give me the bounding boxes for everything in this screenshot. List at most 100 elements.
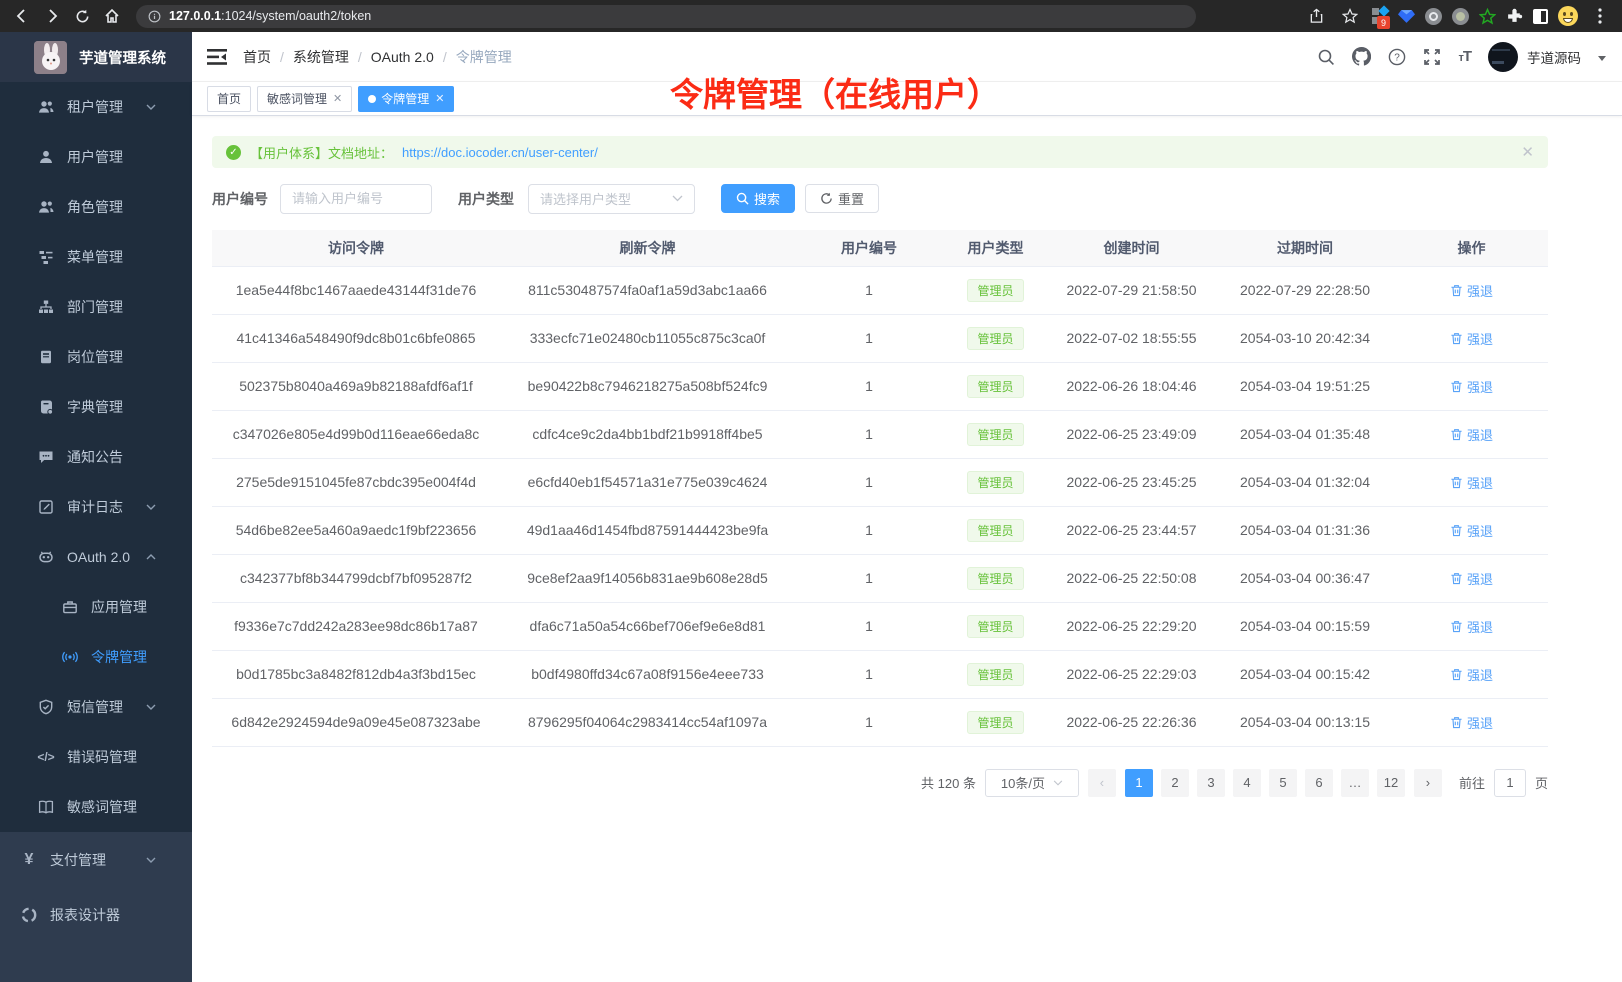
access-token-cell: c347026e805e4d99b0d116eae66eda8c [212,410,500,458]
tag-view-token[interactable]: 令牌管理✕ [358,86,454,112]
address-bar[interactable]: 127.0.0.1:1024/system/oauth2/token [136,5,1196,28]
sidebar-item-menu[interactable]: 菜单管理 [0,232,192,282]
side-panel-icon[interactable] [1533,9,1548,24]
page-button-5[interactable]: 5 [1269,769,1297,797]
sidebar-fold-icon[interactable] [207,47,227,67]
sidebar-item-user[interactable]: 用户管理 [0,132,192,182]
force-logout-button[interactable]: 强退 [1450,521,1493,540]
reset-button[interactable]: 重置 [805,184,879,213]
tab-close-icon[interactable]: ✕ [333,92,342,105]
sidebar-item-post[interactable]: 岗位管理 [0,332,192,382]
force-logout-button[interactable]: 强退 [1450,569,1493,588]
breadcrumb-item[interactable]: 首页 [243,47,271,67]
extension-grid-icon[interactable]: 9 [1372,8,1388,24]
page-button-3[interactable]: 3 [1197,769,1225,797]
force-logout-button[interactable]: 强退 [1450,281,1493,300]
page-ellipsis[interactable]: … [1341,769,1369,797]
user-type-cell: 管理员 [943,506,1048,554]
browser-reload-icon[interactable] [70,4,94,28]
page-button-4[interactable]: 4 [1233,769,1261,797]
github-icon[interactable] [1352,47,1371,66]
expire-time-cell: 2022-07-29 22:28:50 [1215,266,1395,314]
alert-doc-link[interactable]: https://doc.iocoder.cn/user-center/ [402,145,598,160]
sidebar-item-dept[interactable]: 部门管理 [0,282,192,332]
bookmark-star-icon[interactable] [1338,4,1362,28]
breadcrumb-separator: / [280,49,284,65]
extension-command-icon[interactable] [1425,8,1442,25]
force-logout-button[interactable]: 强退 [1450,713,1493,732]
user-type-badge: 管理员 [967,615,1023,638]
sidebar-item-role[interactable]: 角色管理 [0,182,192,232]
table-row: 41c41346a548490f9dc8b01c6bfe0865333ecfc7… [212,314,1548,362]
share-icon[interactable] [1304,4,1328,28]
extension-evernote-star-icon[interactable] [1479,8,1496,25]
user-type-select[interactable]: 请选择用户类型 [528,184,695,214]
browser-forward-icon[interactable] [40,4,64,28]
header-search-icon[interactable] [1317,48,1335,66]
column-header: 过期时间 [1215,230,1395,266]
force-logout-button[interactable]: 强退 [1450,377,1493,396]
force-logout-button[interactable]: 强退 [1450,473,1493,492]
message-icon [38,449,54,465]
trash-icon [1450,332,1463,345]
page-button-2[interactable]: 2 [1161,769,1189,797]
active-dot-icon [368,95,376,103]
sidebar-item-oauth2-token[interactable]: 令牌管理 [0,632,192,682]
goto-page-input[interactable] [1494,769,1526,797]
force-logout-button[interactable]: 强退 [1450,425,1493,444]
sidebar-item-oauth2[interactable]: OAuth 2.0 [0,532,192,582]
trash-icon [1450,524,1463,537]
sidebar-item-pay[interactable]: ¥支付管理 [0,832,192,887]
fullscreen-icon[interactable] [1423,48,1441,66]
browser-menu-icon[interactable] [1588,4,1612,28]
extension-record-icon[interactable] [1452,8,1469,25]
page-button-12[interactable]: 12 [1377,769,1405,797]
sidebar-item-sms[interactable]: 短信管理 [0,682,192,732]
browser-home-icon[interactable] [100,4,124,28]
browser-back-icon[interactable] [10,4,34,28]
font-size-icon[interactable]: тT [1458,48,1471,65]
alert-close-icon[interactable]: ✕ [1521,143,1534,161]
sidebar-item-tenant[interactable]: 租户管理 [0,82,192,132]
page-button-1[interactable]: 1 [1125,769,1153,797]
sidebar-item-label: 部门管理 [67,297,123,317]
prev-page-button[interactable]: ‹ [1088,769,1116,797]
next-page-button[interactable]: › [1414,769,1442,797]
tag-view-home[interactable]: 首页 [207,86,251,112]
sidebar-item-label: 岗位管理 [67,347,123,367]
extension-puzzle-icon[interactable] [1506,8,1523,25]
breadcrumb-item[interactable]: OAuth 2.0 [371,49,434,65]
site-info-icon[interactable] [148,10,161,23]
sidebar-item-error-code[interactable]: </>错误码管理 [0,732,192,782]
breadcrumb-item[interactable]: 系统管理 [293,47,349,67]
sidebar-item-report-designer[interactable]: 报表设计器 [0,887,192,942]
sidebar-item-sensitive-word[interactable]: 敏感词管理 [0,782,192,832]
search-button[interactable]: 搜索 [721,184,795,213]
breadcrumb: 首页/系统管理/OAuth 2.0/令牌管理 [243,47,512,67]
force-logout-button[interactable]: 强退 [1450,665,1493,684]
sidebar-item-notice[interactable]: 通知公告 [0,432,192,482]
created-time-cell: 2022-07-02 18:55:55 [1048,314,1215,362]
user-type-cell: 管理员 [943,554,1048,602]
page-button-6[interactable]: 6 [1305,769,1333,797]
page-size-select[interactable]: 10条/页 [985,769,1079,797]
user-dropdown-caret-icon[interactable] [1598,56,1606,61]
force-logout-button[interactable]: 强退 [1450,617,1493,636]
sidebar-item-audit-log[interactable]: 审计日志 [0,482,192,532]
sidebar-item-oauth2-app[interactable]: 应用管理 [0,582,192,632]
user-id-input[interactable] [280,184,432,214]
user-avatar[interactable] [1488,42,1518,72]
action-cell: 强退 [1395,650,1548,698]
profile-emoji-icon[interactable] [1558,6,1578,26]
app-logo[interactable]: 芋道管理系统 [0,32,192,82]
trash-icon [1450,284,1463,297]
refresh-token-cell: 8796295f04064c2983414cc54af1097a [500,698,795,746]
sidebar-item-dict[interactable]: 字典管理 [0,382,192,432]
tab-close-icon[interactable]: ✕ [435,92,444,105]
extension-gem-icon[interactable] [1398,9,1415,24]
user-id-cell: 1 [795,362,943,410]
force-logout-button[interactable]: 强退 [1450,329,1493,348]
tag-view-sensitive-word[interactable]: 敏感词管理✕ [257,86,352,112]
help-icon[interactable]: ? [1388,48,1406,66]
force-logout-label: 强退 [1467,377,1493,396]
